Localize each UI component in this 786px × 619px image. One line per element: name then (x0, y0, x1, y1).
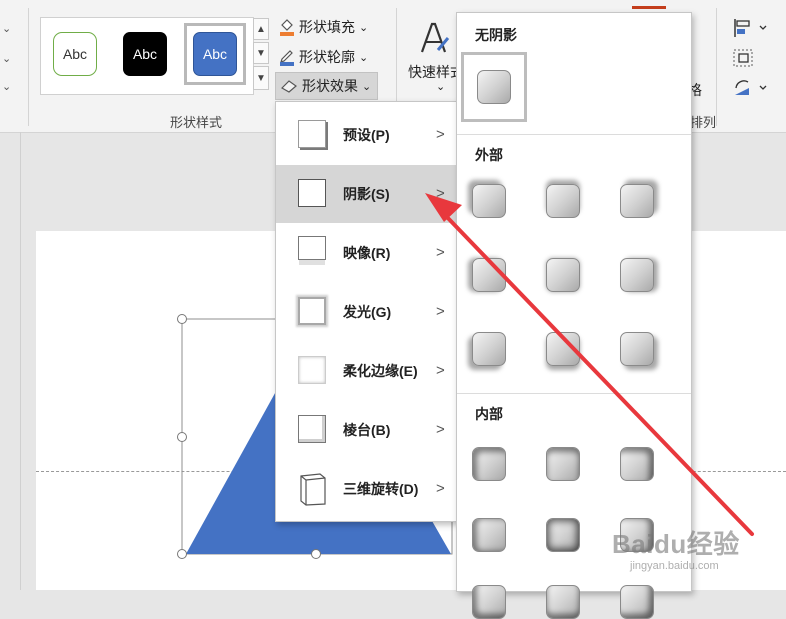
shape-style-gallery: Abc Abc Abc (40, 17, 254, 95)
menu-item-soft-edges[interactable]: 柔化边缘(E) > (276, 342, 459, 400)
outer-shadow-preset[interactable] (472, 184, 506, 218)
pencil-icon (279, 48, 295, 66)
outer-shadow-preset[interactable] (472, 332, 506, 366)
shape-fill-button[interactable]: 形状填充 ⌄ (279, 17, 368, 37)
no-shadow-heading: 无阴影 (475, 27, 517, 43)
chevron-down-icon: ⌄ (359, 21, 369, 34)
chevron-right-icon: > (436, 244, 445, 261)
group-separator (716, 8, 717, 126)
inner-shadow-preset[interactable] (472, 518, 506, 552)
outer-shadow-preset[interactable] (620, 184, 654, 218)
gallery-scroll-down-button[interactable]: ▼ (253, 42, 269, 64)
arrange-red-tab-underline (632, 6, 666, 9)
chevron-right-icon: > (436, 362, 445, 379)
menu-item-label: 阴影(S) (343, 186, 390, 202)
shape-fill-label: 形状填充 (299, 19, 355, 35)
quick-styles-icon[interactable] (418, 20, 452, 56)
menu-item-label: 发光(G) (343, 304, 392, 320)
menu-item-3d-rotation[interactable]: 三维旋转(D) > (276, 460, 459, 518)
gallery-more-button[interactable]: ▼ (253, 66, 269, 90)
chevron-right-icon: > (436, 480, 445, 497)
menu-item-label: 三维旋转(D) (343, 481, 419, 497)
shape-style-swatch-dark[interactable]: Abc (123, 32, 167, 76)
chevron-down-icon[interactable]: ⌄ (436, 80, 445, 93)
group-separator (28, 8, 29, 126)
outer-shadow-preset[interactable] (546, 332, 580, 366)
inner-shadow-preset[interactable] (546, 585, 580, 619)
chevron-down-icon[interactable]: ⌄ (2, 22, 11, 35)
align-icon[interactable] (732, 18, 772, 38)
watermark-logo: Baidu经验 (612, 529, 740, 559)
resize-handle-middle-left[interactable] (177, 432, 187, 442)
outer-shadow-preset[interactable] (472, 258, 506, 292)
menu-item-label: 棱台(B) (343, 422, 391, 438)
chevron-right-icon: > (436, 185, 445, 202)
outer-shadow-preset[interactable] (546, 184, 580, 218)
shadow-icon (298, 179, 326, 207)
inner-heading: 内部 (475, 406, 503, 422)
menu-item-label: 映像(R) (343, 245, 391, 261)
menu-item-reflection[interactable]: 映像(R) > (276, 224, 459, 282)
menu-item-label: 柔化边缘(E) (343, 363, 418, 379)
group-objects-icon[interactable] (732, 48, 772, 68)
shadow-preset-tile (477, 70, 511, 104)
chevron-down-icon[interactable]: ⌄ (2, 80, 11, 93)
panel-divider (457, 393, 691, 394)
bevel-icon (298, 415, 326, 443)
quick-styles-label[interactable]: 快速样式 (408, 62, 456, 82)
inner-shadow-preset[interactable] (620, 585, 654, 619)
reflection-icon (298, 236, 326, 260)
outer-shadow-preset[interactable] (620, 258, 654, 292)
shape-styles-group-label: 形状样式 (170, 115, 223, 130)
menu-item-bevel[interactable]: 棱台(B) > (276, 401, 459, 459)
rotate-icon[interactable] (732, 78, 772, 98)
chevron-right-icon: > (436, 421, 445, 438)
menu-item-label: 预设(P) (343, 127, 390, 143)
shape-effects-label: 形状效果 (302, 78, 358, 94)
preset-icon (298, 120, 326, 148)
shape-outline-label: 形状轮廓 (299, 49, 355, 65)
shape-effects-button[interactable]: 形状效果 ⌄ (275, 72, 379, 100)
menu-item-glow[interactable]: 发光(G) > (276, 283, 459, 341)
slide-top-edge (20, 132, 21, 590)
inner-shadow-preset[interactable] (546, 518, 580, 552)
shape-style-swatch-outline[interactable]: Abc (53, 32, 97, 76)
shape-effects-menu: 预设(P) > 阴影(S) > 映像(R) > 发光(G) > 柔化边缘(E) … (275, 101, 460, 522)
gallery-scroll-up-button[interactable]: ▲ (253, 18, 269, 40)
inner-shadow-preset[interactable] (620, 447, 654, 481)
no-shadow-option[interactable] (461, 52, 527, 122)
panel-divider (457, 134, 691, 135)
shape-style-swatch-blue[interactable]: Abc (193, 32, 237, 76)
3d-rotation-icon (300, 473, 326, 506)
shape-outline-button[interactable]: 形状轮廓 ⌄ (279, 47, 368, 67)
chevron-down-icon[interactable]: ⌄ (2, 52, 11, 65)
soft-edges-icon (298, 356, 326, 384)
outer-heading: 外部 (475, 147, 503, 163)
chevron-down-icon: ⌄ (359, 51, 369, 64)
chevron-right-icon: > (436, 126, 445, 143)
shape-effects-icon (280, 78, 298, 94)
chevron-right-icon: > (436, 303, 445, 320)
resize-handle-bottom-left[interactable] (177, 549, 187, 559)
paint-bucket-icon (279, 18, 295, 36)
watermark-url: jingyan.baidu.com (630, 560, 719, 572)
inner-shadow-preset[interactable] (546, 447, 580, 481)
resize-handle-bottom-middle[interactable] (311, 549, 321, 559)
resize-handle-top-left[interactable] (177, 314, 187, 324)
inner-shadow-preset[interactable] (472, 447, 506, 481)
outer-shadow-preset[interactable] (546, 258, 580, 292)
shadow-submenu: 无阴影 外部 内部 (456, 12, 692, 619)
menu-item-shadow[interactable]: 阴影(S) > (276, 165, 459, 223)
menu-item-preset[interactable]: 预设(P) > (276, 106, 459, 164)
outer-shadow-preset[interactable] (620, 332, 654, 366)
glow-icon (298, 297, 326, 325)
inner-shadow-preset[interactable] (472, 585, 506, 619)
arrange-group-label: 排列 (690, 115, 717, 130)
chevron-down-icon: ⌄ (362, 80, 372, 93)
